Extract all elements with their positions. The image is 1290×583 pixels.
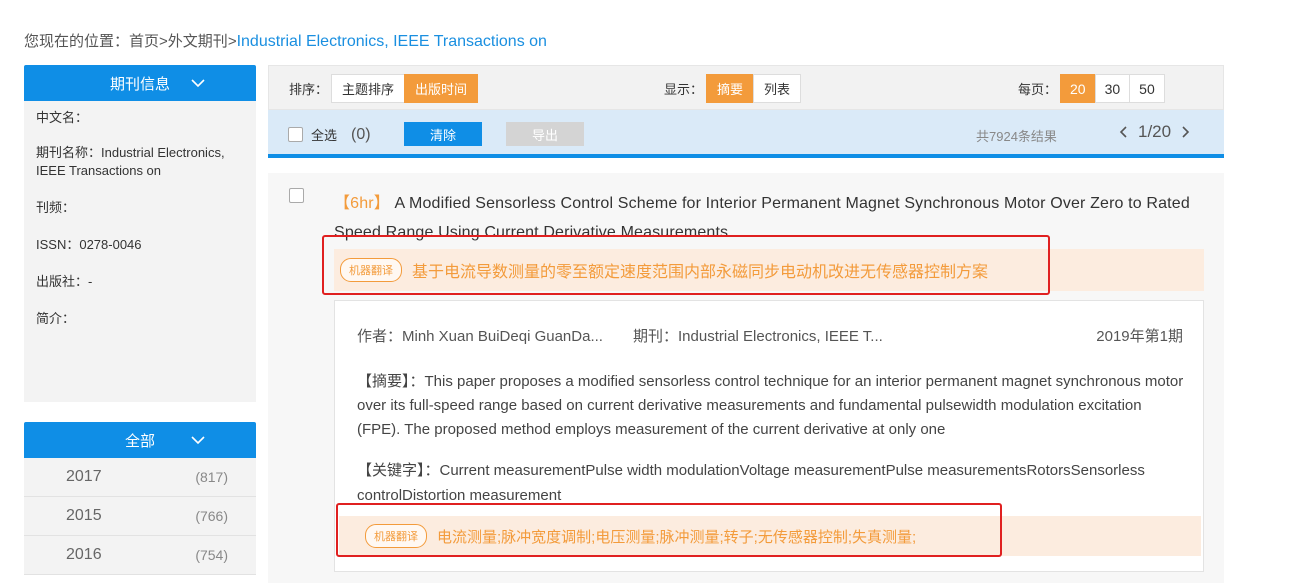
breadcrumb-home-link[interactable]: 首页 <box>129 33 159 50</box>
sort-by-topic-button[interactable]: 主题排序 <box>331 74 406 103</box>
selected-count: (0) <box>351 125 371 143</box>
chevron-down-icon <box>191 79 205 88</box>
results-toolbar: 排序： 主题排序 出版时间 显示： 摘要 列表 每页： 20 30 50 <box>268 65 1224 110</box>
journal-info-panel: 中文名： 期刊名称：Industrial Electronics, IEEE T… <box>24 101 256 402</box>
result-tag: 【6hr】 <box>334 195 390 212</box>
chevron-right-icon[interactable] <box>1179 125 1191 139</box>
select-all-label[interactable]: 全选 <box>311 125 337 144</box>
select-all-checkbox[interactable] <box>288 127 303 142</box>
year-label: 2015 <box>66 507 102 524</box>
year-item[interactable]: 2017 (817) <box>24 458 256 497</box>
select-all: 全选 (0) <box>288 125 371 144</box>
display-label: 显示： <box>664 82 704 97</box>
breadcrumb: 您现在的位置：首页>外文期刊>Industrial Electronics, I… <box>24 30 547 51</box>
per-page-30-button[interactable]: 30 <box>1094 74 1131 103</box>
pagination: 1/20 <box>1118 122 1191 142</box>
result-journal: 期刊：Industrial Electronics, IEEE T... <box>633 328 883 345</box>
result-meta: 作者：Minh Xuan BuiDeqi GuanDa... 期刊：Indust… <box>357 325 1183 346</box>
clear-button[interactable]: 清除 <box>404 122 482 146</box>
result-checkbox[interactable] <box>289 188 304 203</box>
info-publisher: 出版社：- <box>36 274 93 289</box>
chevron-down-icon <box>191 436 205 445</box>
result-abstract: 【摘要】：This paper proposes a modified sens… <box>357 373 1184 438</box>
breadcrumb-prefix: 您现在的位置： <box>24 33 130 50</box>
sort-group: 排序： 主题排序 出版时间 <box>289 74 479 103</box>
year-filter-panel: 全部 2017 (817) 2015 (766) 2016 (754) <box>24 422 256 575</box>
highlight-box-title-translation <box>322 235 1050 295</box>
info-intro: 简介： <box>36 311 76 326</box>
journal-info-header[interactable]: 期刊信息 <box>24 65 256 101</box>
result-item: 【6hr】 A Modified Sensorless Control Sche… <box>268 173 1224 583</box>
journal-info-title: 期刊信息 <box>109 75 170 93</box>
per-page-group: 每页： 20 30 50 <box>1018 74 1165 103</box>
breadcrumb-section-link[interactable]: 外文期刊 <box>168 33 228 50</box>
info-issn: ISSN：0278-0046 <box>36 237 142 252</box>
total-results: 共7924条结果 <box>976 129 1057 144</box>
breadcrumb-current[interactable]: Industrial Electronics, IEEE Transaction… <box>237 33 547 50</box>
year-filter-header[interactable]: 全部 <box>24 422 256 458</box>
info-frequency: 刊频： <box>36 200 76 215</box>
sort-label: 排序： <box>289 82 329 97</box>
page-indicator: 1/20 <box>1138 122 1172 141</box>
year-count: (817) <box>195 469 228 485</box>
year-label: 2016 <box>66 546 102 563</box>
highlight-box-keywords-translation <box>336 503 1002 557</box>
year-count: (766) <box>195 508 228 524</box>
main-content: 排序： 主题排序 出版时间 显示： 摘要 列表 每页： 20 30 50 全选 … <box>268 65 1224 583</box>
breadcrumb-separator: > <box>227 33 237 50</box>
sidebar: 期刊信息 中文名： 期刊名称：Industrial Electronics, I… <box>24 65 256 575</box>
per-page-20-button[interactable]: 20 <box>1060 74 1096 103</box>
year-count: (754) <box>195 547 228 563</box>
chevron-left-icon[interactable] <box>1118 125 1130 139</box>
per-page-label: 每页： <box>1018 82 1058 97</box>
result-issue: 2019年第1期 <box>1096 328 1183 345</box>
info-cn-name: 中文名： <box>36 110 89 125</box>
sort-by-date-button[interactable]: 出版时间 <box>404 74 479 103</box>
export-button[interactable]: 导出 <box>506 122 584 146</box>
year-item[interactable]: 2015 (766) <box>24 497 256 536</box>
year-label: 2017 <box>66 468 102 485</box>
result-keywords: 【关键字】：Current measurementPulse width mod… <box>357 462 1145 504</box>
selection-bar: 全选 (0) 清除 导出 共7924条结果 1/20 <box>268 110 1224 158</box>
display-group: 显示： 摘要 列表 <box>664 74 802 103</box>
display-abstract-button[interactable]: 摘要 <box>706 74 755 103</box>
per-page-50-button[interactable]: 50 <box>1129 74 1165 103</box>
result-author: 作者：Minh Xuan BuiDeqi GuanDa... <box>357 328 603 345</box>
year-filter-title: 全部 <box>124 432 155 450</box>
breadcrumb-separator: > <box>159 33 168 50</box>
year-item[interactable]: 2016 (754) <box>24 536 256 575</box>
display-list-button[interactable]: 列表 <box>753 74 802 103</box>
info-journal-name: 期刊名称：Industrial Electronics, IEEE Transa… <box>36 145 225 178</box>
